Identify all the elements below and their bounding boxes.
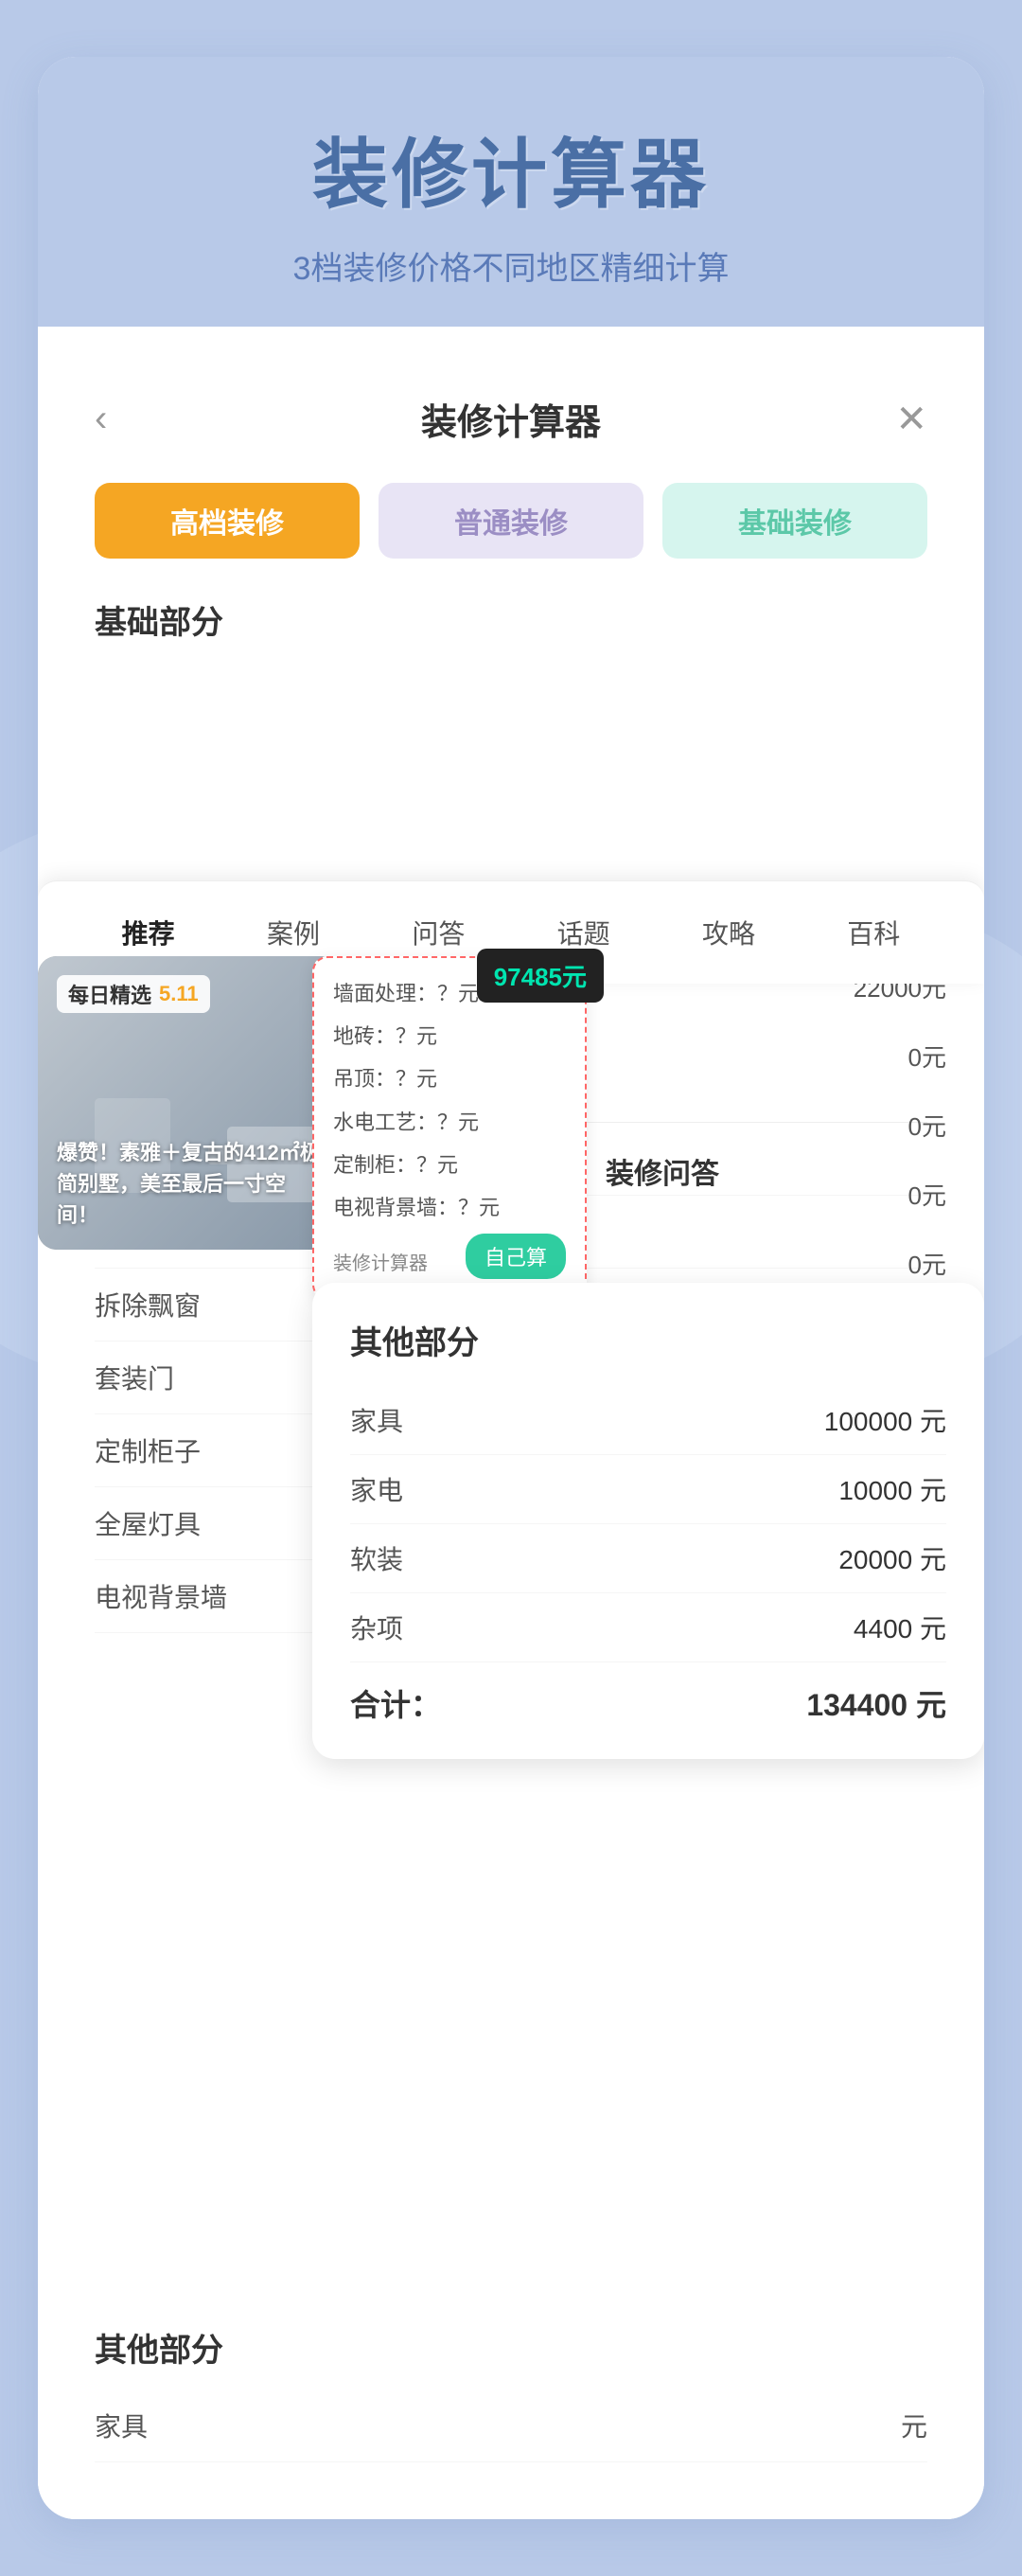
total-item-2: 0元 [854, 1108, 946, 1143]
tab-normal[interactable]: 普通装修 [379, 483, 643, 559]
other-total-price: 134400 元 [806, 1681, 946, 1725]
calc-line-3: 水电工艺：？元 [333, 1106, 566, 1139]
tab-basic[interactable]: 基础装修 [662, 483, 927, 559]
other-item-label-1: 家电 [350, 1470, 403, 1508]
other-item-price-0: 100000 元 [824, 1401, 946, 1439]
outer-card: 装修计算器 3档装修价格不同地区精细计算 ‹ 装修计算器 ✕ 高档装修 普通装修… [38, 57, 984, 2519]
back-button[interactable]: ‹ [95, 398, 107, 440]
total-item-3: 0元 [854, 1177, 946, 1212]
inner-card: ‹ 装修计算器 ✕ 高档装修 普通装修 基础装修 基础部分 总价 22000元 … [38, 355, 984, 2519]
calc-self-button[interactable]: 自己算 [466, 1234, 566, 1279]
other-item-price-3: 4400 元 [854, 1608, 946, 1646]
other-popup-row-2: 软装 20000 元 [350, 1524, 946, 1593]
tab-high-end[interactable]: 高档装修 [95, 483, 360, 559]
calc-line-1: 地砖：？元 [333, 1020, 566, 1053]
other-item-price-1: 10000 元 [838, 1470, 946, 1508]
person-item-label-6: 电视背景墙 [95, 1577, 227, 1615]
other-item-label-2: 软装 [350, 1539, 403, 1577]
nav-tab-recommend[interactable]: 推荐 [76, 904, 220, 961]
other-popup-row-1: 家电 10000 元 [350, 1455, 946, 1524]
article-badge-num: 5.11 [159, 982, 199, 1006]
total-item-1: 0元 [854, 1039, 946, 1074]
qa-label: 装修问答 [606, 1150, 719, 1192]
other-popup-total: 合计： 134400 元 [350, 1662, 946, 1725]
sub-title: 3档装修价格不同地区精细计算 [76, 242, 946, 289]
article-badge-text: 每日精选 [68, 979, 151, 1009]
app-header: ‹ 装修计算器 ✕ [38, 355, 984, 464]
nav-tab-wiki[interactable]: 百科 [802, 904, 946, 961]
header-title: 装修计算器 [421, 393, 601, 445]
calc-line-5: 电视背景墙：？元 [333, 1191, 566, 1224]
calc-result: 97485元 [477, 949, 604, 1003]
other-popup-row-0: 家具 100000 元 [350, 1386, 946, 1455]
person-item-label-3: 套装门 [95, 1359, 174, 1396]
other-total-label: 合计： [350, 1681, 441, 1725]
calc-line-2: 吊顶：？元 [333, 1062, 566, 1095]
other-section-title: 其他部分 [95, 2324, 927, 2371]
person-item-label-2: 拆除飘窗 [95, 1286, 201, 1324]
other-item-label-3: 杂项 [350, 1608, 403, 1646]
article-image: 每日精选 5.11 爆赞！素雅＋复古的412㎡极简别墅，美至最后一寸空间！ [38, 956, 341, 1250]
other-popup-row-3: 杂项 4400 元 [350, 1593, 946, 1662]
other-item-price-2: 20000 元 [838, 1539, 946, 1577]
article-description: 爆赞！素雅＋复古的412㎡极简别墅，美至最后一寸空间！ [57, 1137, 322, 1231]
nav-tab-case[interactable]: 案例 [220, 904, 365, 961]
other-item-label-0: 家具 [350, 1401, 403, 1439]
total-item-4: 0元 [854, 1246, 946, 1281]
other-section-item-0[interactable]: 家具 元 [95, 2389, 927, 2462]
calc-popup: 97485元 墙面处理：？元 地砖：？元 吊顶：？元 水电工艺：？元 定制柜：？… [312, 956, 587, 1300]
calc-title-label: 装修计算器 [333, 1248, 428, 1275]
tab-row: 高档装修 普通装修 基础装修 [38, 464, 984, 587]
other-section-price-0: 元 [901, 2407, 927, 2444]
nav-tab-guide[interactable]: 攻略 [656, 904, 801, 961]
main-title: 装修计算器 [76, 114, 946, 223]
article-badge: 每日精选 5.11 [57, 975, 210, 1013]
other-section: 其他部分 家具 元 [38, 2296, 984, 2481]
article-card[interactable]: 每日精选 5.11 爆赞！素雅＋复古的412㎡极简别墅，美至最后一寸空间！ [38, 956, 341, 1250]
top-section: 装修计算器 3档装修价格不同地区精细计算 [38, 57, 984, 327]
close-button[interactable]: ✕ [895, 398, 927, 441]
other-section-label-0: 家具 [95, 2407, 148, 2444]
calc-line-4: 定制柜：？元 [333, 1148, 566, 1181]
person-item-label-4: 定制柜子 [95, 1431, 201, 1469]
other-popup-title: 其他部分 [350, 1317, 946, 1363]
other-popup: 其他部分 家具 100000 元 家电 10000 元 软装 20000 元 杂… [312, 1283, 984, 1759]
person-item-label-5: 全屋灯具 [95, 1504, 201, 1542]
basic-section-title: 基础部分 [38, 587, 984, 662]
